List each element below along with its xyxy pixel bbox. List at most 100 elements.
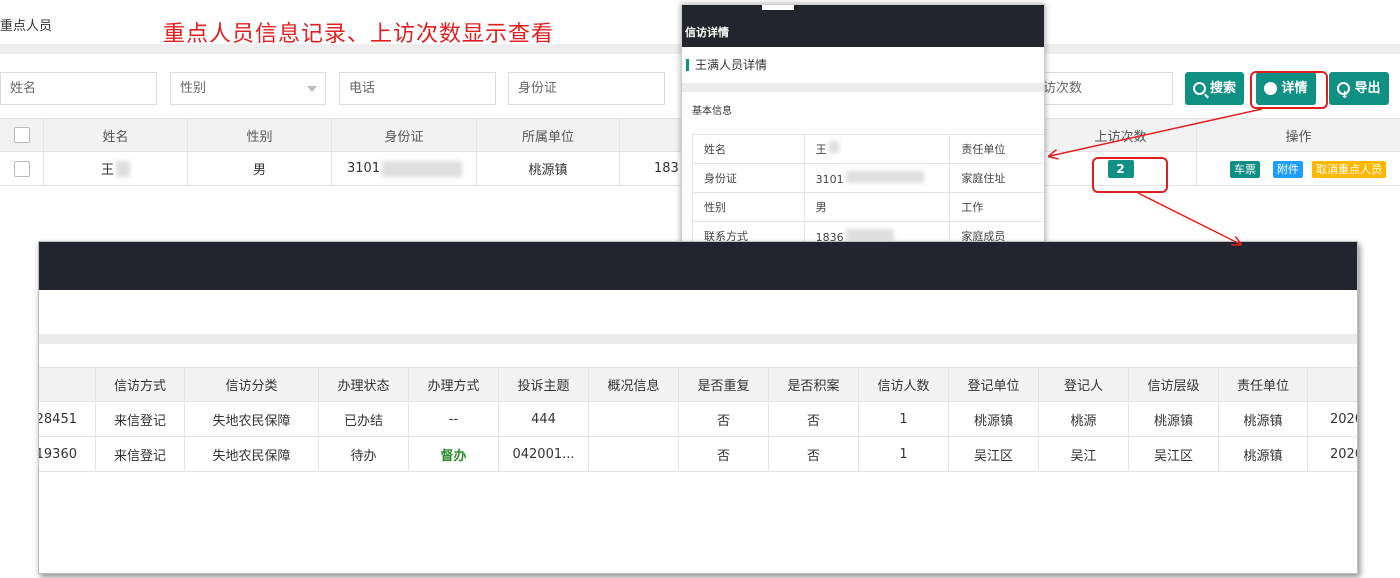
popup-divider-band [682,83,1044,92]
table-cell: 待办 [319,437,409,471]
table-cell: 吴江 [1039,437,1129,471]
table-cell: 桃源镇 [1219,437,1308,471]
column-header: 信访层级 [1129,368,1219,401]
column-header: 信访人数 [859,368,949,401]
table-cell: 来信登记 [96,402,185,436]
table-cell: 已办结 [319,402,409,436]
info-label: 性别 [692,192,805,222]
export-button[interactable]: 导出 [1329,72,1389,112]
redacted-mask [845,170,924,183]
visit-records-panel: 信访方式 信访分类 办理状态 办理方式 投诉主题 概况信息 是否重复 是否积案 … [38,241,1358,574]
remove-key-person-button[interactable]: 取消重点人员 [1312,161,1386,178]
column-header: 操作 [1285,129,1312,145]
column-header: 性别 [188,119,332,151]
gender-filter-value: 性别 [180,81,207,96]
table-header-row: 信访方式 信访分类 办理状态 办理方式 投诉主题 概况信息 是否重复 是否积案 … [39,367,1357,402]
select-all-checkbox[interactable] [13,127,30,143]
attachment-button[interactable]: 附件 [1273,161,1303,178]
name-filter-input[interactable]: 姓名 [0,72,157,105]
table-cell: 来信登记 [96,437,185,471]
column-header: 身份证 [332,119,477,151]
gender-filter-select[interactable]: 性别 [170,72,326,105]
column-header: 登记人 [1039,368,1129,401]
panel-divider-band [39,334,1357,344]
handling-method-link[interactable]: 督办 [409,437,499,471]
table-row[interactable]: 019360 来信登记 失地农民保障 待办 督办 042001... 否 否 1… [39,437,1357,472]
date-cell: 2020 [1330,446,1357,462]
table-row[interactable]: 328451 来信登记 失地农民保障 已办结 -- 444 否 否 1 桃源镇 … [39,402,1357,437]
table-cell: 042001... [499,437,589,471]
visit-detail-popup: 信访详情 王满人员详情 基本信息 姓名 王 责任单位 身份证 3101 家庭住址… [681,4,1045,244]
table-cell: -- [409,402,499,436]
column-header: 姓名 [44,119,188,151]
search-button[interactable]: 搜索 [1185,72,1244,105]
id-value: 3101 [347,161,381,176]
info-row: 性别 男 工作 [692,192,1044,222]
id-cell: 3101 [332,152,477,185]
column-header: 登记单位 [949,368,1039,401]
table-cell: 1 [859,402,949,436]
table-cell [589,402,679,436]
table-cell: 桃源镇 [949,402,1039,436]
chevron-down-icon [307,86,317,92]
redacted-mask [382,160,463,177]
column-header: 办理方式 [409,368,499,401]
column-header: 办理状态 [319,368,409,401]
table-cell: 失地农民保障 [185,437,319,471]
name-cell: 王 [44,152,188,185]
page-title: 重点人员 [0,19,53,34]
name-value: 王 [100,163,114,178]
ticket-button[interactable]: 车票 [1230,161,1260,178]
popup-subtitle: 王满人员详情 [686,59,767,71]
info-value: 王 [803,134,951,164]
redacted-mask [116,160,130,177]
header-checkbox-cell [0,119,44,151]
table-cell: 否 [769,402,859,436]
redacted-mask [845,228,894,241]
column-header: 所属单位 [477,119,620,151]
info-value: 3101 [803,163,951,193]
table-cell: 1 [859,437,949,471]
table-cell: 吴江区 [1129,437,1219,471]
column-header: 信访分类 [185,368,319,401]
table-cell: 桃源镇 [1219,402,1308,436]
column-header: 责任单位 [1219,368,1308,401]
popup-title: 信访详情 [685,26,729,39]
table-cell: 桃源镇 [1129,402,1219,436]
search-button-label: 搜索 [1209,81,1236,96]
phone-filter-input[interactable]: 电话 [339,72,496,105]
column-header: 是否积案 [769,368,859,401]
panel-header [39,242,1357,290]
table-cell: 444 [499,402,589,436]
column-header: 是否重复 [679,368,769,401]
column-header-cell [39,368,96,401]
info-label: 身份证 [692,163,805,193]
visit-count-filter-input[interactable]: 访次数 [1033,72,1173,105]
info-value: 男 [803,192,951,222]
table-cell: 否 [769,437,859,471]
record-id-cell: 019360 [39,437,96,471]
column-header-cell [620,119,682,151]
info-label: 姓名 [692,134,805,164]
table-cell: 否 [679,437,769,471]
id-filter-input[interactable]: 身份证 [508,72,665,105]
table-cell [589,437,679,471]
info-value-text: 3101 [815,172,844,186]
date-cell: 2020 [1330,411,1357,427]
column-header: 上访次数 [1045,119,1197,151]
table-cell: 否 [679,402,769,436]
detail-highlight-box [1250,71,1328,109]
visit-count-highlight-box [1092,157,1168,193]
export-button-label: 导出 [1354,81,1381,96]
info-label: 责任单位 [949,134,1044,164]
download-icon [1337,79,1351,112]
popup-tab-stub [762,5,794,10]
info-label: 工作 [949,192,1044,222]
row-checkbox[interactable] [13,160,30,177]
record-id-cell: 328451 [39,402,96,436]
popup-header: 信访详情 [682,5,1044,47]
info-value-text: 王 [815,143,827,156]
column-header: 概况信息 [589,368,679,401]
unit-cell: 桃源镇 [477,152,620,185]
search-icon [1192,82,1206,95]
